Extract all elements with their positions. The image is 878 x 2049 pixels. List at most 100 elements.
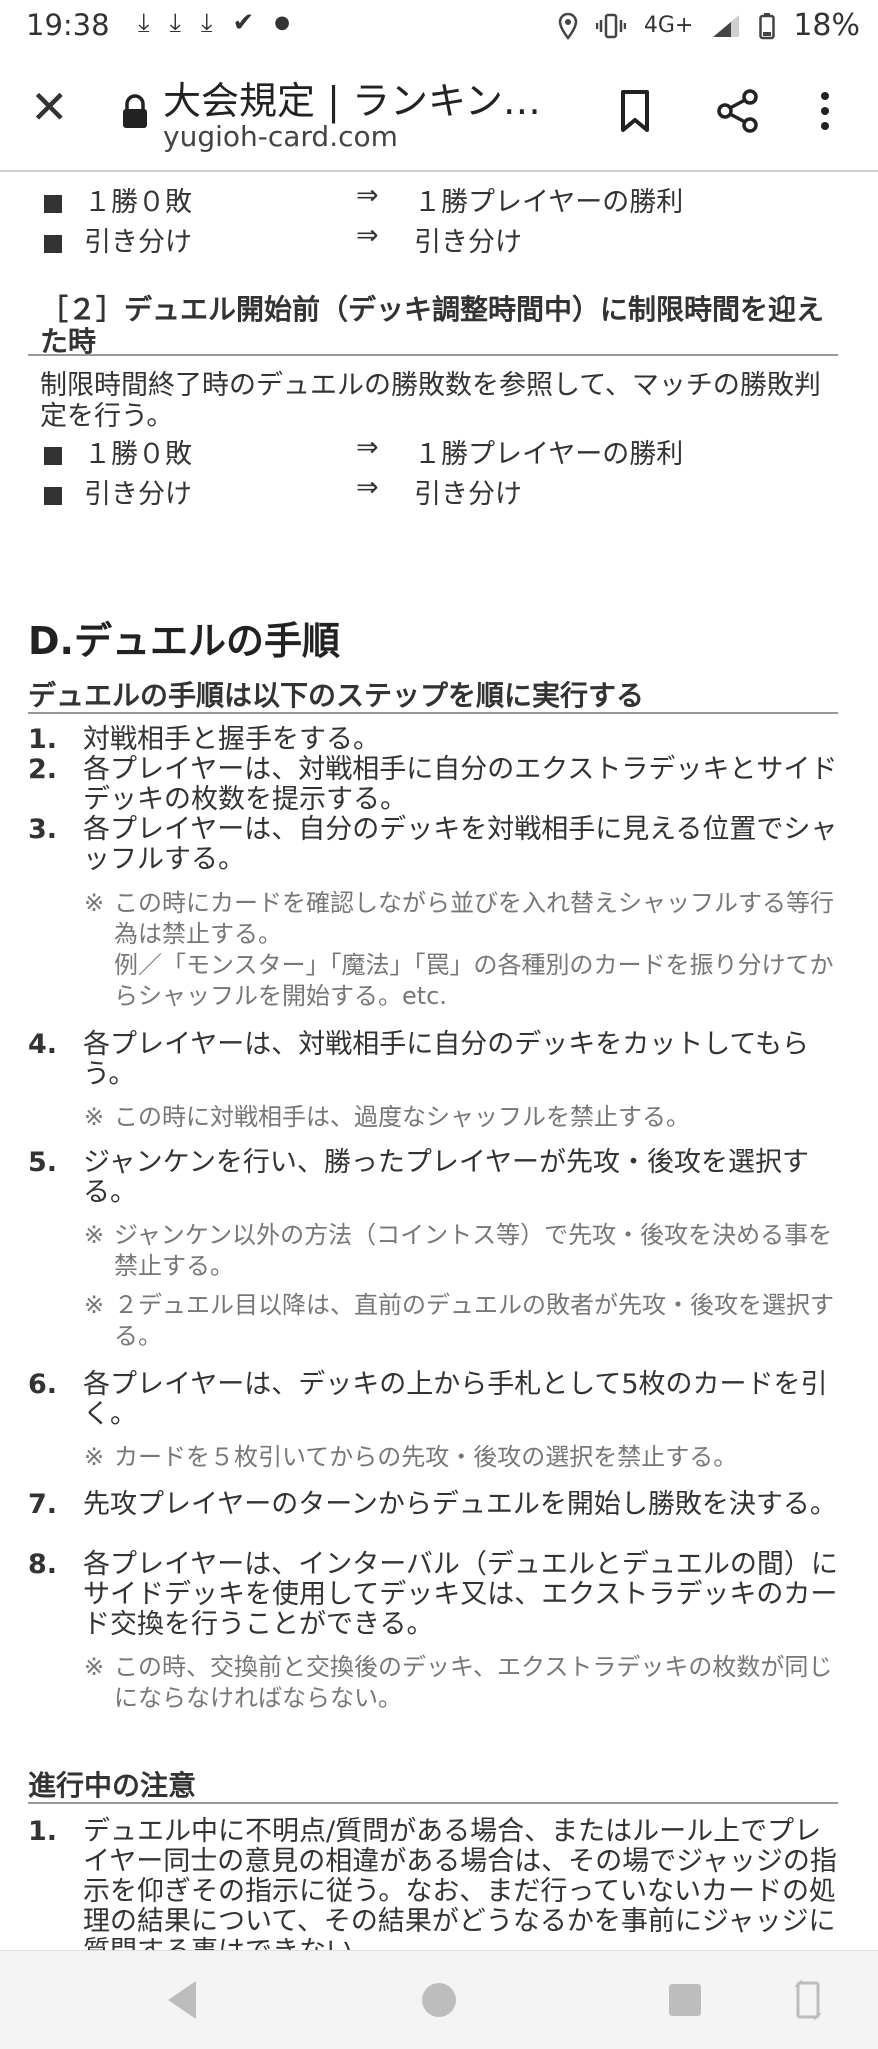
step-item: 5. ジャンケンを行い、勝ったプレイヤーが先攻・後攻を選択する。 (28, 1148, 848, 1208)
arrow: ⇒ (356, 220, 379, 251)
step-number: 8. (28, 1549, 58, 1580)
battery-percent: 18% (793, 8, 860, 43)
download-icon: ⤓ (138, 8, 150, 38)
section-title: D.デュエルの手順 (28, 619, 340, 663)
step-text: デュエル中に不明点/質問がある場合、またはルール上でプレイヤー同士の意見の相違が… (83, 1816, 837, 1951)
result-outcome: １勝プレイヤーの勝利 (414, 439, 684, 470)
step-number: 1. (28, 724, 58, 755)
step-number: 6. (28, 1369, 58, 1400)
recents-icon[interactable] (663, 1975, 707, 2025)
close-icon[interactable]: ✕ (30, 84, 69, 130)
divider (28, 712, 838, 714)
note-text: ジャンケン以外の方法（コイントス等）で先攻・後攻を決める事を禁止する。 (114, 1221, 833, 1280)
step-text: 各プレイヤーは、インターバル（デュエルとデュエルの間）にサイドデッキを使用してデ… (83, 1549, 838, 1640)
note-mark: ※ (84, 889, 105, 917)
divider (28, 1802, 838, 1804)
step-number: 3. (28, 814, 58, 845)
note: ※ カードを５枚引いてからの先攻・後攻の選択を禁止する。 (84, 1442, 844, 1473)
clock: 19:38 (26, 8, 110, 42)
step-item: 7. 先攻プレイヤーのターンからデュエルを開始し勝敗を決する。 (28, 1490, 848, 1520)
step-number: 2. (28, 754, 58, 785)
bookmark-icon[interactable] (615, 88, 655, 134)
note: ※ この時に対戦相手は、過度なシャッフルを禁止する。 (84, 1102, 844, 1133)
back-icon[interactable] (162, 1975, 202, 2025)
result-condition: 引き分け (84, 227, 192, 258)
system-icons: 4G+ 18% (558, 8, 860, 43)
step-item: 6. 各プレイヤーは、デッキの上から手札として5枚のカードを引く。 (28, 1370, 848, 1430)
note: ※ ２デュエル目以降は、直前のデュエルの敗者が先攻・後攻を選択する。 (84, 1290, 844, 1352)
rotate-icon[interactable] (794, 1975, 822, 2025)
note-mark: ※ (84, 1443, 105, 1471)
note: ※ この時にカードを確認しながら並びを入れ替えシャッフルする等行為は禁止する。 … (84, 888, 844, 1012)
page-title: 大会規定 | ランキン… (163, 79, 541, 123)
result-row: １勝０敗 ⇒ １勝プレイヤーの勝利 (44, 180, 683, 219)
result-outcome: 引き分け (414, 227, 522, 258)
square-bullet-icon (44, 194, 62, 213)
result-outcome: 引き分け (414, 479, 522, 510)
step-item: 3. 各プレイヤーは、自分のデッキを対戦相手に見える位置でシャッフルする。 (28, 815, 848, 875)
square-bullet-icon (44, 234, 62, 253)
download-icon: ⤓ (201, 8, 213, 38)
note: ※ ジャンケン以外の方法（コイントス等）で先攻・後攻を決める事を禁止する。 (84, 1220, 844, 1282)
subsection-text: 制限時間終了時のデュエルの勝敗数を参照して、マッチの勝敗判定を行う。 (40, 370, 821, 432)
step-item: 4. 各プレイヤーは、対戦相手に自分のデッキをカットしてもらう。 (28, 1030, 848, 1090)
step-item: 1. 対戦相手と握手をする。 (28, 725, 848, 755)
arrow: ⇒ (356, 432, 379, 463)
step-number: 5. (28, 1147, 58, 1178)
note-text: ２デュエル目以降は、直前のデュエルの敗者が先攻・後攻を選択する。 (114, 1291, 834, 1350)
lock-icon (123, 94, 147, 128)
vibrate-icon (595, 13, 626, 38)
network-type: 4G+ (643, 13, 694, 38)
page-url: yugioh-card.com (163, 120, 398, 153)
step-number: 4. (28, 1029, 58, 1060)
step-number: 7. (28, 1489, 58, 1520)
step-item: 2. 各プレイヤーは、対戦相手に自分のエクストラデッキとサイドデッキの枚数を提示… (28, 755, 848, 815)
note-mark: ※ (84, 1653, 105, 1681)
battery-icon (759, 12, 776, 39)
step-text: 各プレイヤーは、デッキの上から手札として5枚のカードを引く。 (83, 1369, 828, 1430)
download-icon: ⤓ (169, 8, 182, 38)
section-subheading: 進行中の注意 (28, 1769, 197, 1802)
step-text: 各プレイヤーは、対戦相手に自分のデッキをカットしてもらう。 (83, 1029, 810, 1090)
result-condition: 引き分け (84, 479, 192, 510)
share-icon[interactable] (715, 88, 761, 134)
location-icon (558, 12, 578, 40)
arrow: ⇒ (356, 180, 379, 211)
step-item: 1. デュエル中に不明点/質問がある場合、またはルール上でプレイヤー同士の意見の… (28, 1816, 848, 1951)
result-condition: １勝０敗 (84, 187, 192, 218)
home-icon[interactable] (414, 1975, 464, 2025)
section-subheading: デュエルの手順は以下のステップを順に実行する (28, 679, 645, 712)
arrow: ⇒ (356, 472, 379, 503)
subsection-heading: ［２］デュエル開始前（デッキ調整時間中）に制限時間を迎えた時 (40, 293, 825, 358)
result-condition: １勝０敗 (84, 439, 192, 470)
system-nav-bar (0, 1950, 878, 2049)
note-text: この時に対戦相手は、過度なシャッフルを禁止する。 (114, 1103, 690, 1131)
signal-icon (713, 14, 740, 37)
step-text: 各プレイヤーは、対戦相手に自分のエクストラデッキとサイドデッキの枚数を提示する。 (83, 754, 838, 815)
notification-icons: ⤓ ⤓ ⤓ ✔ ● (138, 8, 290, 39)
note-text: カードを５枚引いてからの先攻・後攻の選択を禁止する。 (114, 1443, 738, 1471)
step-text: 先攻プレイヤーのターンからデュエルを開始し勝敗を決する。 (83, 1489, 837, 1520)
note-text: この時にカードを確認しながら並びを入れ替えシャッフルする等行為は禁止する。 (114, 889, 834, 948)
step-number: 1. (28, 1816, 58, 1847)
download-done-icon: ✔ (232, 8, 255, 38)
square-bullet-icon (44, 446, 62, 465)
browser-toolbar: ✕ 大会規定 | ランキン… yugioh-card.com (0, 54, 878, 172)
result-outcome: １勝プレイヤーの勝利 (414, 187, 684, 218)
note-text: この時、交換前と交換後のデッキ、エクストラデッキの枚数が同じにならなければならな… (114, 1653, 833, 1712)
result-row: 引き分け ⇒ 引き分け (44, 220, 522, 259)
step-text: 対戦相手と握手をする。 (83, 724, 380, 755)
square-bullet-icon (44, 486, 62, 505)
page-content[interactable]: １勝０敗 ⇒ １勝プレイヤーの勝利 引き分け ⇒ 引き分け ［２］デュエル開始前… (0, 172, 878, 1950)
note-mark: ※ (84, 1291, 105, 1319)
note-text: 例／「モンスター」「魔法」「罠」の各種別のカードを振り分けてからシャッフルを開始… (114, 951, 834, 1010)
step-text: ジャンケンを行い、勝ったプレイヤーが先攻・後攻を選択する。 (83, 1147, 810, 1208)
result-row: １勝０敗 ⇒ １勝プレイヤーの勝利 (44, 432, 683, 471)
more-menu-icon[interactable] (815, 88, 835, 134)
note: ※ この時、交換前と交換後のデッキ、エクストラデッキの枚数が同じにならなければな… (84, 1652, 844, 1714)
divider (28, 354, 838, 356)
status-bar: 19:38 ⤓ ⤓ ⤓ ✔ ● 4G+ 18% (0, 0, 878, 54)
result-row: 引き分け ⇒ 引き分け (44, 472, 522, 511)
step-item: 8. 各プレイヤーは、インターバル（デュエルとデュエルの間）にサイドデッキを使用… (28, 1550, 848, 1640)
note-mark: ※ (84, 1103, 105, 1131)
